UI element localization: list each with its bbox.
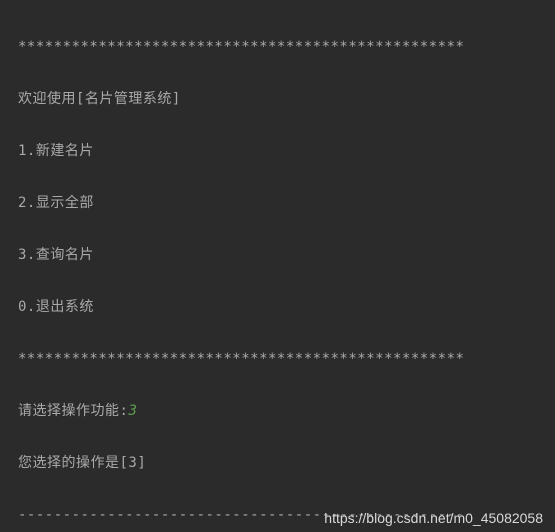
banner-stars-top: ****************************************… [18,34,541,60]
input-select[interactable]: 3 [128,403,137,419]
terminal-output: ****************************************… [0,0,555,532]
menu-item-exit: 0.退出系统 [18,294,541,320]
menu-item-new: 1.新建名片 [18,138,541,164]
echo-select: 您选择的操作是[3] [18,450,541,476]
menu-item-query: 3.查询名片 [18,242,541,268]
banner-stars-mid: ****************************************… [18,346,541,372]
prompt-select-text: 请选择操作功能: [18,403,128,419]
prompt-select-line: 请选择操作功能:3 [18,398,541,424]
welcome-line: 欢迎使用[名片管理系统] [18,86,541,112]
menu-item-showall: 2.显示全部 [18,190,541,216]
watermark-url: https://blog.csdn.net/m0_45082058 [324,510,543,526]
